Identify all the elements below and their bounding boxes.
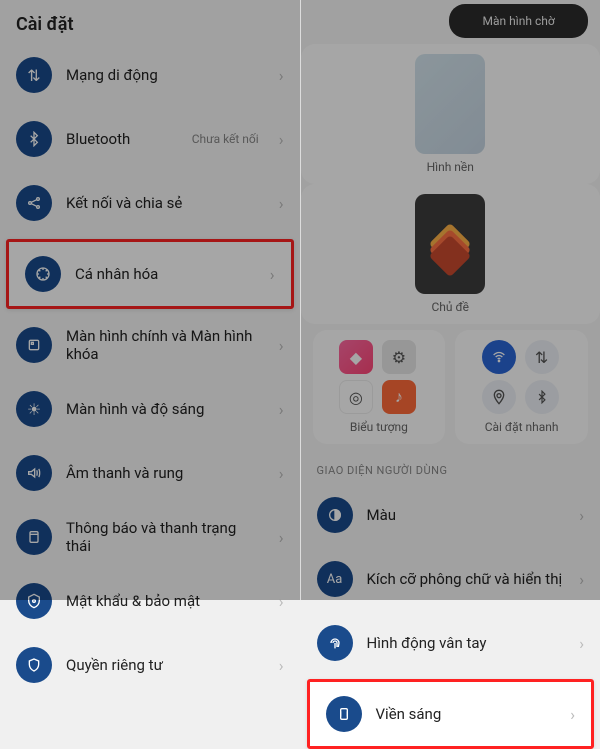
card-label: Cài đặt nhanh [485,420,559,434]
row-label: Thông báo và thanh trạng thái [66,519,265,555]
row-label: Âm thanh và rung [66,464,265,482]
app-icon: ◎ [339,380,373,414]
sound-icon [16,455,52,491]
home-icon [16,327,52,363]
card-wallpaper[interactable]: Hình nền [301,44,600,184]
font-icon: Aa [317,561,353,597]
location-icon [482,380,516,414]
chevron-right-icon: › [279,464,284,483]
wallpaper-thumb [415,54,485,154]
edge-icon [326,696,362,732]
quicksettings-preview: ⇅ [482,340,562,414]
row-label: Bluetooth [66,130,178,148]
chevron-right-icon: › [279,528,284,547]
chevron-right-icon: › [279,66,284,85]
row-label: Màn hình và độ sáng [66,400,265,418]
row-display-brightness[interactable]: ☀ Màn hình và độ sáng › [0,377,300,441]
page-title: Cài đặt [0,0,300,43]
row-label: Kích cỡ phông chữ và hiển thị [367,570,566,588]
chevron-right-icon: › [579,506,584,525]
homescreen-chip[interactable]: Màn hình chờ [449,4,588,38]
card-icons[interactable]: ◆ ⚙ ◎ ♪ Biểu tượng [313,330,446,444]
card-label: Chủ đề [431,300,469,314]
color-icon [317,497,353,533]
row-label: Cá nhân hóa [75,265,256,283]
chevron-right-icon: › [279,130,284,149]
row-label: Mật khẩu & bảo mật [66,592,265,610]
brightness-icon: ☀ [16,391,52,427]
section-title: GIAO DIỆN NGƯỜI DÙNG [301,450,600,483]
app-icon: ◆ [339,340,373,374]
chevron-right-icon: › [279,336,284,355]
row-label: Mạng di động [66,66,265,84]
share-icon [16,185,52,221]
row-mobile-network[interactable]: ⇅ Mạng di động › [0,43,300,107]
row-bluetooth[interactable]: Bluetooth Chưa kết nối › [0,107,300,171]
chevron-right-icon: › [279,592,284,611]
settings-panel-left: Cài đặt ⇅ Mạng di động › Bluetooth Chưa … [0,0,301,600]
row-label: Kết nối và chia sẻ [66,194,265,212]
fingerprint-icon [317,625,353,661]
icons-preview: ◆ ⚙ ◎ ♪ [339,340,419,414]
row-label: Màu [367,506,566,524]
row-privacy[interactable]: Quyền riêng tư › [0,633,300,697]
app-icon: ♪ [382,380,416,414]
swap-icon: ⇅ [16,57,52,93]
row-password-security[interactable]: Mật khẩu & bảo mật › [0,569,300,633]
row-home-lockscreen[interactable]: Màn hình chính và Màn hình khóa › [0,313,300,377]
row-notification-status[interactable]: Thông báo và thanh trạng thái › [0,505,300,569]
personalize-icon [25,256,61,292]
chevron-right-icon: › [579,634,584,653]
row-label: Màn hình chính và Màn hình khóa [66,327,265,363]
theme-thumb [415,194,485,294]
chevron-right-icon: › [279,194,284,213]
lock-icon [16,583,52,619]
row-personalization[interactable]: Cá nhân hóa › [9,242,291,306]
personalization-panel-right: Màn hình chờ Hình nền Chủ đề ◆ ⚙ ◎ ♪ [301,0,600,600]
row-fingerprint-animation[interactable]: Hình động vân tay › [301,611,600,675]
row-status: Chưa kết nối [192,132,259,146]
notification-icon [16,519,52,555]
row-sound-vibration[interactable]: Âm thanh và rung › [0,441,300,505]
row-font-size[interactable]: Aa Kích cỡ phông chữ và hiển thị › [301,547,600,611]
layers-icon [429,223,471,265]
highlight-edge-lighting: Viền sáng › [307,679,595,749]
chevron-right-icon: › [279,656,284,675]
bluetooth-icon [525,380,559,414]
row-label: Quyền riêng tư [66,656,265,674]
bluetooth-icon [16,121,52,157]
card-quick-settings[interactable]: ⇅ Cài đặt nhanh [455,330,588,444]
row-color[interactable]: Màu › [301,483,600,547]
wifi-icon [482,340,516,374]
chevron-right-icon: › [579,570,584,589]
chevron-right-icon: › [279,400,284,419]
app-icon: ⚙ [382,340,416,374]
privacy-icon [16,647,52,683]
row-label: Hình động vân tay [367,634,566,652]
highlight-personalization: Cá nhân hóa › [6,239,294,309]
chevron-right-icon: › [270,265,275,284]
row-connection-share[interactable]: Kết nối và chia sẻ › [0,171,300,235]
row-label: Viền sáng [376,705,557,723]
card-label: Hình nền [427,160,474,174]
card-label: Biểu tượng [350,420,408,434]
chevron-right-icon: › [570,705,575,724]
data-icon: ⇅ [525,340,559,374]
row-edge-lighting[interactable]: Viền sáng › [310,682,592,746]
card-theme[interactable]: Chủ đề [301,184,600,324]
